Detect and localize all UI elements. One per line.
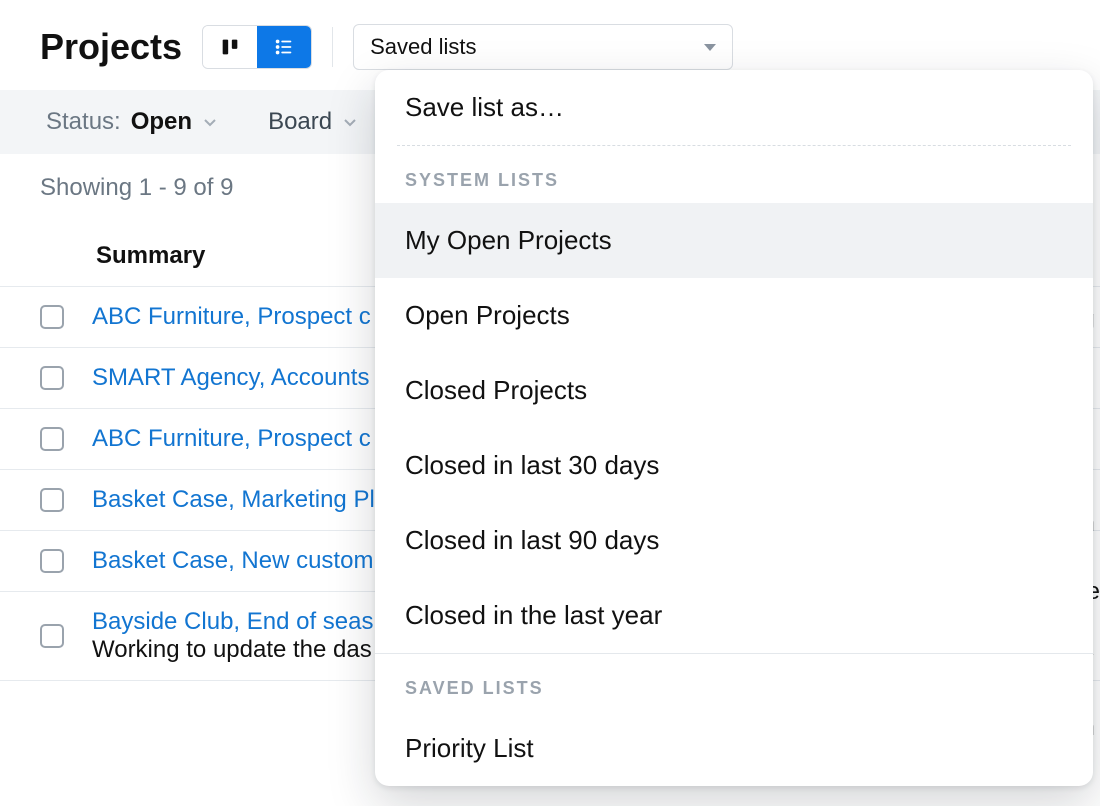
view-toggle [202,25,312,69]
project-link[interactable]: Basket Case, Marketing Pl [92,486,375,513]
saved-lists-header: SAVED LISTS [375,654,1093,711]
project-link[interactable]: ABC Furniture, Prospect c [92,303,371,330]
project-link[interactable]: SMART Agency, Accounts [92,364,369,391]
saved-list-item[interactable]: Priority List [375,711,1093,786]
row-checkbox[interactable] [40,305,64,329]
status-filter-label: Status: [46,108,121,136]
project-link[interactable]: Bayside Club, End of seas [92,608,374,635]
board-icon [219,36,241,58]
toolbar-divider [332,27,333,67]
chevron-down-icon [342,114,358,130]
system-list-item[interactable]: Closed in last 30 days [375,428,1093,503]
status-filter-value: Open [131,108,192,136]
page-title: Projects [40,26,182,68]
list-view-button[interactable] [257,26,311,68]
project-link[interactable]: Basket Case, New custom [92,547,373,574]
board-view-button[interactable] [203,26,257,68]
saved-lists-dropdown-trigger[interactable]: Saved lists [353,24,733,70]
row-checkbox[interactable] [40,366,64,390]
system-list-item[interactable]: Open Projects [375,278,1093,353]
system-list-item[interactable]: My Open Projects [375,203,1093,278]
system-lists-header: SYSTEM LISTS [375,146,1093,203]
saved-lists-trigger-label: Saved lists [370,34,476,60]
project-link[interactable]: ABC Furniture, Prospect c [92,425,371,452]
project-subtitle: Working to update the das [92,636,374,664]
row-checkbox[interactable] [40,549,64,573]
row-checkbox[interactable] [40,488,64,512]
save-list-as-item[interactable]: Save list as… [375,70,1093,145]
row-checkbox[interactable] [40,427,64,451]
list-icon [273,36,295,58]
system-list-item[interactable]: Closed in the last year [375,578,1093,653]
chevron-down-icon [704,44,716,51]
system-list-item[interactable]: Closed Projects [375,353,1093,428]
board-filter[interactable]: Board [268,108,358,136]
status-filter[interactable]: Status: Open [46,108,218,136]
row-checkbox[interactable] [40,624,64,648]
board-filter-label: Board [268,108,332,136]
system-list-item[interactable]: Closed in last 90 days [375,503,1093,578]
chevron-down-icon [202,114,218,130]
saved-lists-dropdown: Save list as… SYSTEM LISTS My Open Proje… [375,70,1093,786]
